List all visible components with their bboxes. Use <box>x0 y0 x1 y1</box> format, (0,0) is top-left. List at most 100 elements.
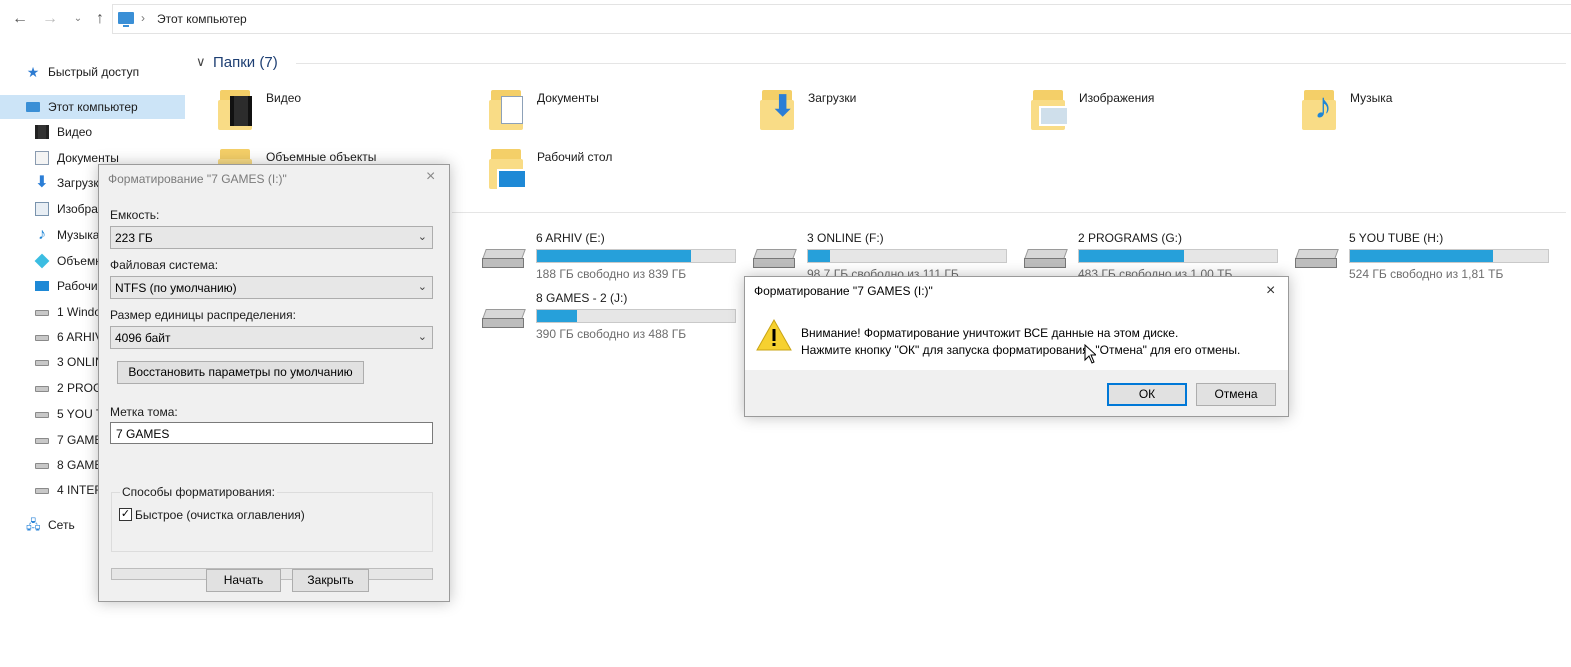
drive-label: 5 YOU TUBE (H:) <box>1349 231 1444 245</box>
volume-label-input[interactable]: 7 GAMES <box>110 422 433 444</box>
network-icon: 🖧 <box>26 517 41 532</box>
drive-free-space: 390 ГБ свободно из 488 ГБ <box>536 327 687 341</box>
file-system-select[interactable]: NTFS (по умолчанию) ⌄ <box>110 276 433 299</box>
folder-label: Рабочий стол <box>537 150 613 164</box>
drive-label: 6 ARHIV (E:) <box>536 231 605 245</box>
file-system-value: NTFS (по умолчанию) <box>115 281 237 295</box>
capacity-value: 223 ГБ <box>115 231 153 245</box>
drive-label: 2 PROGRAMS (G:) <box>1078 231 1183 245</box>
back-button[interactable]: ← <box>10 9 30 29</box>
chevron-down-icon: ⌄ <box>417 331 427 343</box>
sidebar-item-label: Видео <box>57 125 93 139</box>
folder-label: Изображения <box>1079 91 1155 105</box>
sidebar-item-quick-access[interactable]: ★ Быстрый доступ <box>0 60 188 84</box>
drive-icon <box>35 310 49 316</box>
start-button[interactable]: Начать <box>206 569 281 592</box>
cancel-button[interactable]: Отмена <box>1196 383 1276 406</box>
drive-j[interactable]: 8 GAMES - 2 (J:) 390 ГБ свободно из 488 … <box>482 291 736 347</box>
drive-usage-bar <box>807 249 1007 263</box>
folder-video[interactable]: Видео <box>216 86 476 142</box>
cluster-size-select[interactable]: 4096 байт ⌄ <box>110 326 433 349</box>
format-options-group: Способы форматирования: <box>111 485 433 552</box>
dialog-footer: ОК Отмена <box>745 370 1288 416</box>
drive-label: 8 GAMES - 2 (J:) <box>536 291 628 305</box>
music-icon: ♪ <box>38 226 46 243</box>
quick-format-label[interactable]: Быстрое (очистка оглавления) <box>135 508 305 522</box>
sidebar-item-label: Документы <box>57 151 119 165</box>
drive-usage-bar <box>536 249 736 263</box>
dialog-title: Форматирование "7 GAMES (I:)" <box>754 284 933 298</box>
drive-icon <box>35 386 49 392</box>
capacity-label: Емкость: <box>110 208 160 222</box>
folder-desktop[interactable]: Рабочий стол <box>487 145 747 201</box>
drive-icon <box>35 438 49 444</box>
forward-button[interactable]: → <box>40 9 60 29</box>
close-button[interactable]: Закрыть <box>292 569 369 592</box>
documents-folder-icon <box>487 86 527 132</box>
breadcrumb-separator[interactable]: › <box>141 11 145 25</box>
drive-usage-bar <box>1078 249 1278 263</box>
music-folder-icon: ♪ <box>1300 86 1340 132</box>
folder-label: Объемные объекты <box>266 150 377 164</box>
star-icon: ★ <box>26 64 40 80</box>
ok-button[interactable]: ОК <box>1107 383 1187 406</box>
drive-free-space: 188 ГБ свободно из 839 ГБ <box>536 267 687 281</box>
drive-icon <box>482 249 526 269</box>
folder-label: Видео <box>266 91 302 105</box>
drive-h[interactable]: 5 YOU TUBE (H:) 524 ГБ свободно из 1,81 … <box>1295 231 1549 287</box>
folder-label: Загрузки <box>808 91 857 105</box>
folder-pictures[interactable]: Изображения <box>1029 86 1289 142</box>
close-icon[interactable]: × <box>426 169 435 185</box>
drive-free-space: 524 ГБ свободно из 1,81 ТБ <box>1349 267 1504 281</box>
drive-label: 3 ONLINE (F:) <box>807 231 884 245</box>
volume-label-value: 7 GAMES <box>116 427 170 441</box>
format-options-label: Способы форматирования: <box>120 485 277 499</box>
section-title: Папки (7) <box>213 54 278 71</box>
video-folder-icon <box>216 86 256 132</box>
warning-dialog: Форматирование "7 GAMES (I:)" × Внимание… <box>744 276 1289 417</box>
drive-icon <box>35 488 49 494</box>
capacity-select[interactable]: 223 ГБ ⌄ <box>110 226 433 249</box>
downloads-folder-icon: ⬇ <box>758 86 798 132</box>
breadcrumb-this-pc[interactable]: Этот компьютер <box>157 12 247 26</box>
warning-icon <box>756 319 792 351</box>
drive-icon <box>35 335 49 341</box>
folder-label: Музыка <box>1350 91 1393 105</box>
recent-locations-button[interactable]: ⌄ <box>68 9 88 29</box>
this-pc-icon <box>118 12 134 27</box>
chevron-down-icon: ⌄ <box>417 281 427 293</box>
chevron-down-icon: ⌄ <box>417 231 427 243</box>
folder-label: Документы <box>537 91 599 105</box>
close-icon[interactable]: × <box>1266 283 1275 299</box>
3d-objects-icon <box>34 253 50 269</box>
address-bar-row: ← → ⌄ ↑ › Этот компьютер <box>0 0 1571 38</box>
dialog-title: Форматирование "7 GAMES (I:)" <box>108 172 287 186</box>
downloads-icon: ⬇ <box>35 174 49 191</box>
volume-label-label: Метка тома: <box>110 405 178 419</box>
up-button[interactable]: ↑ <box>90 9 110 29</box>
desktop-icon <box>35 281 49 291</box>
quick-format-checkbox[interactable]: ✓ <box>119 508 132 521</box>
drive-icon <box>35 463 49 469</box>
address-input[interactable]: › Этот компьютер <box>112 4 1571 34</box>
sidebar-item-this-pc[interactable]: Этот компьютер <box>0 95 185 119</box>
divider <box>452 212 1566 213</box>
cluster-size-value: 4096 байт <box>115 331 171 345</box>
this-pc-icon <box>26 102 40 112</box>
drive-icon <box>35 412 49 418</box>
sidebar-item-label: 6 ARHIV <box>57 330 104 344</box>
sidebar-item-label: Этот компьютер <box>48 100 138 114</box>
sidebar-item-video[interactable]: Видео <box>0 120 188 144</box>
restore-defaults-button[interactable]: Восстановить параметры по умолчанию <box>117 361 364 384</box>
drive-e[interactable]: 6 ARHIV (E:) 188 ГБ свободно из 839 ГБ <box>482 231 736 287</box>
drive-icon <box>35 360 49 366</box>
drive-icon <box>482 309 526 329</box>
warning-message-line2: Нажмите кнопку "ОК" для запуска форматир… <box>801 343 1241 357</box>
folder-downloads[interactable]: ⬇ Загрузки <box>758 86 1018 142</box>
sidebar-item-label: Быстрый доступ <box>48 65 140 79</box>
folder-music[interactable]: ♪ Музыка <box>1300 86 1560 142</box>
cluster-size-label: Размер единицы распределения: <box>110 308 296 322</box>
desktop-folder-icon <box>487 145 527 191</box>
video-icon <box>35 125 49 139</box>
folder-documents[interactable]: Документы <box>487 86 747 142</box>
